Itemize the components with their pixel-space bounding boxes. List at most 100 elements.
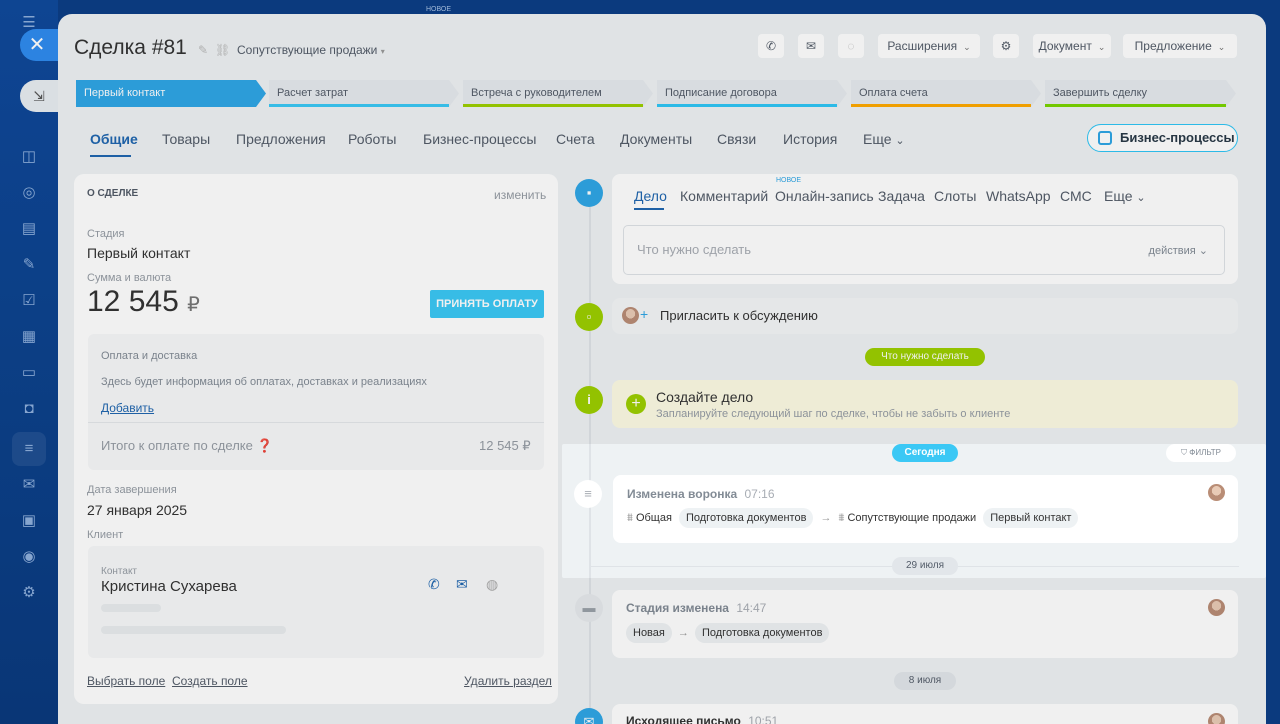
stage-first-contact[interactable]: Первый контакт: [76, 80, 266, 107]
create-field-link[interactable]: Создать поле: [172, 674, 248, 688]
accept-payment-button[interactable]: ПРИНЯТЬ ОПЛАТУ: [430, 290, 544, 318]
settings-nav-icon[interactable]: ⚙: [20, 584, 38, 602]
contact-name[interactable]: Кристина Сухарева: [101, 578, 237, 595]
offer-button[interactable]: Предложение ⌄: [1123, 34, 1237, 58]
stage-payment[interactable]: Оплата счета: [851, 80, 1041, 107]
edit-icon[interactable]: ✎: [20, 256, 38, 274]
todo-placeholder: Что нужно сделать: [637, 242, 751, 257]
stage-signing[interactable]: Подписание договора: [657, 80, 847, 107]
mail-icon: ✉: [575, 708, 603, 724]
avatar: [1208, 599, 1225, 616]
tab-general[interactable]: Общие: [90, 131, 138, 147]
funnel-change-path: ⩩ Общая Подготовка документов → ⩩ Сопутс…: [627, 508, 1079, 528]
target-icon[interactable]: ◉: [20, 548, 38, 566]
pin-slider-button[interactable]: ⇲: [20, 80, 58, 112]
info-icon: i: [575, 386, 603, 414]
editor-tab-comment[interactable]: Комментарий: [680, 188, 768, 204]
sum-value: 12 545 ₽: [87, 285, 200, 318]
help-icon: ❓: [256, 438, 273, 453]
robot-icon[interactable]: ◘: [20, 400, 38, 418]
stage-cost-calc[interactable]: Расчет затрат: [269, 80, 459, 107]
tab-business-processes[interactable]: Бизнес-процессы: [423, 131, 536, 147]
stage-value: Первый контакт: [87, 245, 191, 261]
category-select[interactable]: Сопутствующие продажи ▾: [237, 43, 385, 57]
chevron-down-icon: ⌄: [963, 42, 971, 52]
new-badge-top: НОВОЕ: [426, 6, 452, 13]
edit-title-icon[interactable]: ✎: [198, 43, 208, 57]
doc-icon[interactable]: ▤: [20, 220, 38, 238]
mail-icon[interactable]: ✉: [456, 576, 468, 593]
highlighted-region: Сегодня ⛉ ФИЛЬТР ≡ Изменена воронка 07:1…: [562, 444, 1266, 578]
editor-tab-whatsapp[interactable]: WhatsApp: [986, 188, 1051, 204]
stage-finish[interactable]: Завершить сделку: [1045, 80, 1236, 107]
shop-icon[interactable]: ▣: [20, 512, 38, 530]
messages-icon[interactable]: ▭: [20, 364, 38, 382]
tab-links[interactable]: Связи: [717, 131, 756, 147]
stage-meeting[interactable]: Встреча с руководителем: [463, 80, 653, 107]
invite-label: Пригласить к обсуждению: [660, 308, 818, 323]
filter-button[interactable]: ⛉ ФИЛЬТР: [1166, 444, 1236, 462]
editor-tab-task[interactable]: Дело: [634, 188, 667, 204]
call-button[interactable]: ✆: [758, 34, 784, 58]
select-field-link[interactable]: Выбрать поле: [87, 674, 165, 688]
editor-tab-slots[interactable]: Слоты: [934, 188, 976, 204]
editor-tab-todo[interactable]: Задача: [878, 188, 925, 204]
page-title: Сделка #81: [74, 36, 187, 59]
calendar-icon[interactable]: ▦: [20, 328, 38, 346]
extensions-button[interactable]: Расширения ⌄: [878, 34, 980, 58]
chat-icon: ◌: [847, 39, 855, 53]
funnel-small-icon: ⩩: [627, 512, 633, 524]
tab-offers[interactable]: Предложения: [236, 131, 326, 147]
settings-button[interactable]: ⚙: [993, 34, 1019, 58]
mail-nav-icon[interactable]: ✉: [20, 476, 38, 494]
tab-products[interactable]: Товары: [162, 131, 210, 147]
chat-button[interactable]: ◌: [838, 34, 864, 58]
avatar: [1208, 713, 1225, 724]
add-payment-link[interactable]: Добавить: [101, 401, 154, 415]
chat-icon[interactable]: ◍: [486, 576, 498, 593]
help-icon[interactable]: ◎: [20, 184, 38, 202]
chat-icon[interactable]: ◫: [20, 148, 38, 166]
contact-label: Контакт: [101, 566, 138, 577]
close-slider-button[interactable]: ✕: [20, 29, 58, 61]
delete-section-link[interactable]: Удалить раздел: [464, 674, 552, 688]
client-label: Клиент: [87, 529, 124, 541]
tab-invoices[interactable]: Счета: [556, 131, 595, 147]
stage-change-path: Новая → Подготовка документов: [626, 623, 830, 643]
total-label: Итого к оплате по сделке ❓: [101, 438, 273, 453]
about-deal-card: О СДЕЛКЕ изменить Стадия Первый контакт …: [74, 174, 558, 704]
payment-title: Оплата и доставка: [101, 350, 198, 362]
tab-more[interactable]: Еще ⌄: [863, 131, 905, 147]
funnel-nav-icon[interactable]: ≡: [20, 440, 38, 458]
event-title: Изменена воронка 07:16: [627, 487, 775, 501]
actions-dropdown[interactable]: действия ⌄: [1149, 244, 1208, 257]
edit-link[interactable]: изменить: [494, 188, 546, 202]
business-processes-button[interactable]: Бизнес-процессы: [1087, 124, 1238, 152]
editor-tab-sms[interactable]: СМС: [1060, 188, 1092, 204]
date-pill-july8: 8 июля: [894, 672, 956, 690]
tab-documents[interactable]: Документы: [620, 131, 692, 147]
editor-tab-more[interactable]: Еще ⌄: [1104, 188, 1146, 204]
blurred-contact-info: [101, 626, 286, 634]
avatar: [1208, 484, 1225, 501]
client-block: Контакт Кристина Сухарева ✆ ✉ ◍: [88, 546, 544, 658]
document-button[interactable]: Документ ⌄: [1033, 34, 1111, 58]
create-task-subtitle: Запланируйте следующий шаг по сделке, чт…: [656, 408, 1011, 420]
payment-info: Здесь будет информация об оплатах, доста…: [101, 376, 427, 388]
copy-link-icon[interactable]: ⛓: [215, 43, 230, 57]
create-task-block[interactable]: + Создайте дело Запланируйте следующий ш…: [612, 380, 1238, 428]
close-date-label: Дата завершения: [87, 484, 177, 496]
deal-slider: Сделка #81 ✎ ⛓ Сопутствующие продажи ▾ ✆…: [58, 14, 1266, 724]
date-pill-july29: 29 июля: [892, 557, 958, 575]
task-icon[interactable]: ☑: [20, 292, 38, 310]
invite-block[interactable]: + Пригласить к обсуждению: [612, 298, 1238, 334]
email-button[interactable]: ✉: [798, 34, 824, 58]
phone-icon[interactable]: ✆: [428, 576, 440, 593]
funnel-small-icon: ⩩: [838, 512, 845, 524]
todo-input[interactable]: Что нужно сделать действия ⌄: [623, 225, 1225, 275]
tab-history[interactable]: История: [783, 131, 837, 147]
tab-underline: [90, 155, 131, 157]
tab-robots[interactable]: Роботы: [348, 131, 396, 147]
email-event: Исходящее письмо 10:51: [612, 704, 1238, 724]
editor-tab-booking[interactable]: Онлайн-запись: [775, 188, 874, 204]
